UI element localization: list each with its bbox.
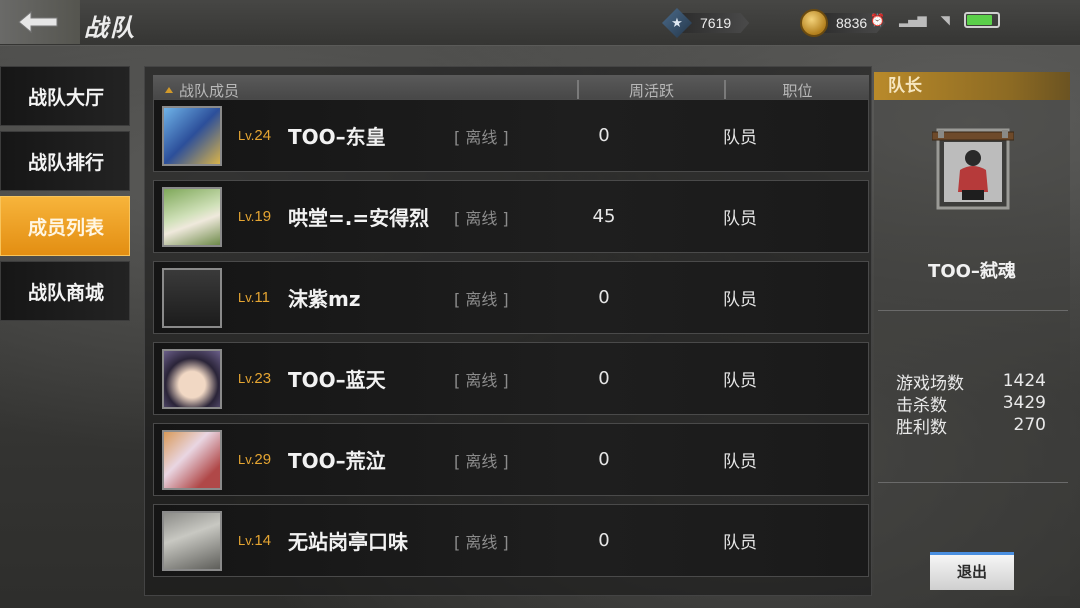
level-value: 19	[254, 208, 272, 225]
member-name: TOO–东皇	[288, 125, 386, 149]
sort-triangle-icon	[165, 87, 173, 93]
gold-coin-icon	[800, 9, 828, 37]
member-level: Lv.14	[238, 532, 288, 549]
member-row[interactable]: Lv.11 沫紫mz[ 离线 ] 0 队员	[153, 261, 869, 334]
stat-row: 游戏场数 1424	[896, 370, 1046, 394]
member-name: TOO–荒泣	[288, 449, 386, 473]
member-row[interactable]: Lv.14 无站岗亭口味[ 离线 ] 0 队员	[153, 504, 869, 577]
captain-name: TOO–弑魂	[928, 261, 1016, 282]
nav-label: 成员列表	[28, 216, 105, 239]
member-avatar[interactable]	[162, 510, 222, 571]
member-activity: 0	[598, 125, 610, 146]
stat-label: 胜利数	[896, 417, 947, 438]
member-role: 队员	[723, 533, 757, 553]
nav-label: 战队排行	[28, 151, 105, 174]
member-avatar[interactable]	[162, 348, 222, 409]
back-arrow-icon	[18, 10, 58, 34]
level-value: 24	[254, 127, 272, 144]
header-members-label: 战队成员	[179, 81, 240, 100]
member-level: Lv.11	[238, 289, 288, 306]
member-avatar[interactable]	[162, 105, 222, 166]
signal-icon: ▂▄▆	[898, 13, 927, 27]
level-value: 14	[254, 532, 272, 549]
member-level: Lv.24	[238, 127, 288, 144]
stat-row: 击杀数 3429	[896, 392, 1046, 416]
member-name: 哄堂=.=安得烈	[288, 206, 430, 230]
level-prefix: Lv.	[238, 452, 255, 467]
battery-fill	[966, 15, 993, 25]
alarm-icon: ⏰	[870, 13, 885, 27]
member-name: 沫紫mz	[288, 287, 361, 311]
device-status-bar: ⏰ ▂▄▆ ◥	[870, 12, 1000, 28]
member-role: 队员	[723, 209, 757, 229]
nav-member-list[interactable]: 成员列表	[0, 196, 130, 256]
nav-team-shop[interactable]: 战队商城	[0, 261, 130, 321]
member-activity: 0	[598, 530, 610, 551]
member-avatar[interactable]	[162, 186, 222, 247]
level-prefix: Lv.	[238, 209, 255, 224]
level-value: 29	[254, 451, 272, 468]
member-role: 队员	[723, 128, 757, 148]
divider	[878, 310, 1068, 311]
member-status: [ 离线 ]	[454, 532, 509, 552]
member-name: 无站岗亭口味	[288, 530, 408, 554]
member-status: [ 离线 ]	[454, 208, 509, 228]
member-activity: 45	[592, 206, 616, 227]
level-value: 11	[254, 289, 270, 306]
captain-header: 队长	[874, 72, 1070, 100]
member-avatar[interactable]	[162, 429, 222, 490]
rank-star-icon: ★	[662, 8, 692, 38]
member-name: TOO–蓝天	[288, 368, 386, 392]
page-title: 战队	[84, 14, 136, 42]
back-button[interactable]	[0, 0, 80, 44]
member-row[interactable]: Lv.19 哄堂=.=安得烈[ 离线 ] 45 队员	[153, 180, 869, 253]
member-role: 队员	[723, 290, 757, 310]
quit-team-button[interactable]: 退出	[930, 552, 1014, 590]
nav-label: 战队大厅	[28, 86, 105, 109]
captain-panel: 队长 TOO–弑魂 游戏场数 1424 击杀数 3429 胜利数 270 退出	[874, 72, 1070, 596]
member-row[interactable]: Lv.24 TOO–东皇[ 离线 ] 0 队员	[153, 99, 869, 172]
header-activity[interactable]: 周活跃	[577, 79, 724, 101]
captain-stats: 游戏场数 1424 击杀数 3429 胜利数 270	[896, 370, 1046, 438]
member-activity: 0	[598, 368, 610, 389]
member-level: Lv.19	[238, 208, 288, 225]
member-row[interactable]: Lv.29 TOO–荒泣[ 离线 ] 0 队员	[153, 423, 869, 496]
member-avatar[interactable]	[162, 267, 222, 328]
nav-team-ranking[interactable]: 战队排行	[0, 131, 130, 191]
header-role[interactable]: 职位	[724, 79, 869, 101]
side-nav: 战队大厅 战队排行 成员列表 战队商城	[0, 66, 130, 326]
member-role: 队员	[723, 371, 757, 391]
stat-value: 1424	[1002, 371, 1046, 391]
stat-value: 270	[1013, 415, 1046, 435]
member-status: [ 离线 ]	[454, 127, 509, 147]
member-row[interactable]: Lv.23 TOO–蓝天[ 离线 ] 0 队员	[153, 342, 869, 415]
captain-body: TOO–弑魂 游戏场数 1424 击杀数 3429 胜利数 270 退出	[874, 100, 1070, 596]
member-level: Lv.23	[238, 370, 288, 387]
member-status: [ 离线 ]	[454, 451, 509, 471]
nav-label: 战队商城	[28, 281, 105, 304]
captain-portrait-icon	[931, 128, 1015, 210]
rank-points: ★ 7619	[662, 8, 750, 38]
divider	[878, 482, 1068, 483]
member-status: [ 离线 ]	[454, 289, 509, 309]
member-role: 队员	[723, 452, 757, 472]
battery-icon	[963, 12, 1000, 28]
level-value: 23	[254, 370, 272, 387]
member-status: [ 离线 ]	[454, 370, 509, 390]
captain-avatar[interactable]	[931, 122, 1015, 214]
member-activity: 0	[598, 449, 610, 470]
level-prefix: Lv.	[238, 128, 255, 143]
member-level: Lv.29	[238, 451, 288, 468]
header-members[interactable]: 战队成员	[153, 80, 577, 101]
stat-value: 3429	[1002, 393, 1046, 413]
top-bar: 战队 ★ 7619 8836 ⏰ ▂▄▆ ◥	[0, 0, 1080, 46]
stat-row: 胜利数 270	[896, 414, 1046, 438]
member-activity: 0	[598, 287, 610, 308]
wifi-icon: ◥	[940, 13, 950, 27]
level-prefix: Lv.	[238, 371, 255, 386]
level-prefix: Lv.	[238, 533, 255, 548]
level-prefix: Lv.	[238, 290, 255, 305]
nav-team-hall[interactable]: 战队大厅	[0, 66, 130, 126]
member-panel: 战队成员 周活跃 职位 Lv.24 TOO–东皇[ 离线 ] 0 队员 Lv.19 哄堂=…	[144, 66, 872, 596]
